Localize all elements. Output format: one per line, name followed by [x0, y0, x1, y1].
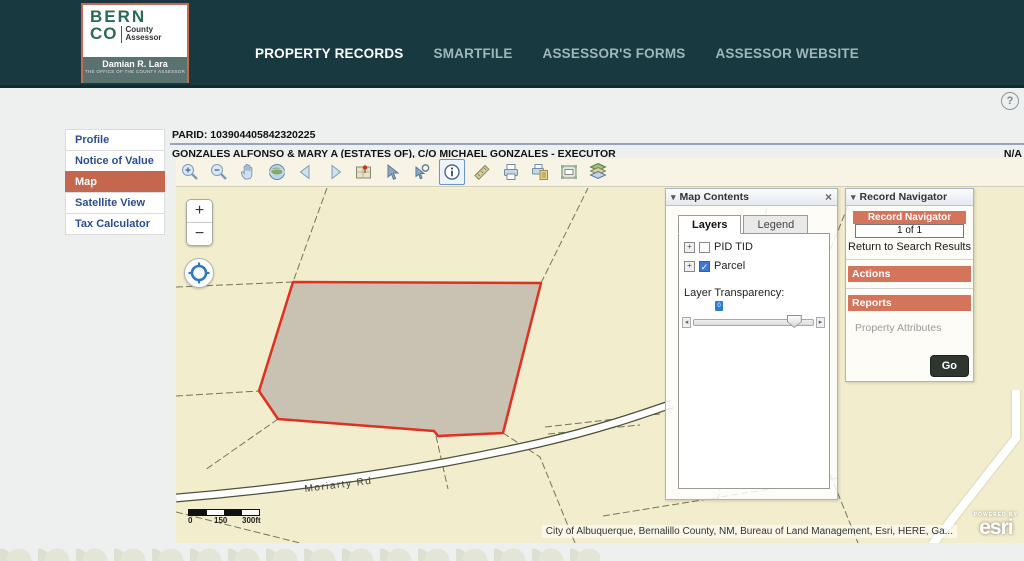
logo-divider: [120, 25, 122, 43]
logo-co-text: CO: [90, 24, 118, 43]
main-nav: PROPERTY RECORDS SMARTFILE ASSESSOR'S FO…: [255, 46, 859, 61]
esri-wordmark: esri: [979, 516, 1013, 539]
scale-bar: 0 150 300ft: [188, 509, 278, 526]
decorative-pattern: [0, 546, 600, 561]
go-button[interactable]: Go: [929, 355, 969, 377]
nav-assessors-forms[interactable]: ASSESSOR'S FORMS: [543, 46, 686, 61]
layers-legend-tabs: Layers Legend: [678, 215, 809, 234]
layers-tool-icon[interactable]: [586, 160, 610, 184]
slider-right-button[interactable]: ▸: [816, 317, 825, 328]
measure-tool-icon[interactable]: [470, 160, 494, 184]
parcel-checkbox[interactable]: ✓: [699, 260, 710, 272]
close-icon[interactable]: ×: [825, 191, 832, 203]
record-navigator-bar: Record Navigator: [853, 211, 966, 224]
divider: [846, 259, 973, 260]
logo-top: BERN CO County Assessor: [83, 5, 187, 57]
expand-icon[interactable]: +: [684, 241, 695, 253]
layers-tab-content: + PID TID + ✓ Parcel Layer Transparency:…: [678, 233, 830, 489]
identify-pointer-icon[interactable]: [410, 160, 434, 184]
scale-0: 0: [188, 516, 193, 525]
record-navigator-title: Record Navigator: [859, 191, 948, 203]
zoom-in-tool-icon[interactable]: [178, 160, 202, 184]
logo-bottom: Damian R. Lara THE OFFICE OF THE COUNTY …: [83, 57, 187, 83]
locate-button[interactable]: [184, 258, 214, 288]
zoom-in-button[interactable]: +: [187, 200, 212, 222]
record-navigator-titlebar[interactable]: ▾ Record Navigator: [846, 189, 973, 206]
map-toolbar: [176, 158, 1024, 187]
expand-icon[interactable]: +: [684, 260, 695, 272]
bernco-logo[interactable]: BERN CO County Assessor Damian R. Lara T…: [81, 3, 189, 83]
record-header: PARID: 103904405842320225 GONZALES ALFON…: [170, 128, 1024, 160]
sidebar: Profile Notice of Value Map Satellite Vi…: [65, 129, 165, 235]
map-contents-title: Map Contents: [679, 191, 749, 203]
return-to-search-results-link[interactable]: Return to Search Results: [846, 241, 973, 253]
transparency-label: Layer Transparency:: [684, 287, 785, 299]
nav-property-records[interactable]: PROPERTY RECORDS: [255, 46, 403, 61]
sidebar-item-tax-calculator[interactable]: Tax Calculator: [65, 213, 165, 235]
sidebar-item-notice-of-value[interactable]: Notice of Value: [65, 150, 165, 172]
zoom-out-tool-icon[interactable]: [207, 160, 231, 184]
divider: [846, 288, 973, 289]
slider-thumb[interactable]: [786, 315, 802, 328]
layer-row-parcel: + ✓ Parcel: [684, 260, 829, 272]
scale-150: 150: [214, 516, 228, 525]
actions-section-bar[interactable]: Actions: [848, 266, 971, 282]
slider-left-button[interactable]: ◂: [682, 317, 691, 328]
collapse-icon[interactable]: ▾: [851, 192, 856, 203]
select-pointer-icon[interactable]: [381, 160, 405, 184]
export-print-icon[interactable]: [528, 160, 552, 184]
print-tool-icon[interactable]: [499, 160, 523, 184]
tab-layers[interactable]: Layers: [678, 215, 742, 234]
crosshair-icon: [188, 262, 210, 284]
layer-label: Parcel: [714, 260, 746, 272]
map-contents-titlebar[interactable]: ▾ Map Contents ×: [666, 189, 837, 206]
assessor-name: Damian R. Lara: [102, 59, 168, 69]
transparency-value-badge: 0: [715, 301, 723, 311]
nav-assessor-website[interactable]: ASSESSOR WEBSITE: [715, 46, 858, 61]
sidebar-item-profile[interactable]: Profile: [65, 129, 165, 151]
zoom-control: + −: [186, 199, 213, 246]
layer-label: PID TID: [714, 241, 753, 253]
sidebar-item-satellite-view[interactable]: Satellite View: [65, 192, 165, 214]
next-extent-icon[interactable]: [323, 160, 347, 184]
logo-county-assessor: County Assessor: [125, 25, 162, 42]
pan-hand-icon[interactable]: [236, 160, 260, 184]
map-contents-panel: ▾ Map Contents × Layers Legend + PID TID…: [665, 188, 838, 500]
reports-section-bar[interactable]: Reports: [848, 295, 971, 311]
selected-parcel[interactable]: [257, 280, 543, 438]
map-attribution: City of Albuquerque, Bernalillo County, …: [541, 525, 957, 538]
info-tool-icon[interactable]: [439, 159, 465, 185]
sidebar-item-map[interactable]: Map: [65, 171, 165, 193]
scale-bar-segments: [188, 509, 260, 516]
record-navigator-panel: ▾ Record Navigator Record Navigator 1 of…: [845, 188, 974, 382]
transparency-slider-row: ◂ ▸: [682, 315, 825, 328]
site-header: BERN CO County Assessor Damian R. Lara T…: [0, 0, 1024, 88]
layer-row-pid-tid: + PID TID: [684, 241, 829, 253]
zoom-out-button[interactable]: −: [187, 222, 212, 245]
assessor-tagline: THE OFFICE OF THE COUNTY ASSESSOR: [84, 69, 186, 74]
tab-legend[interactable]: Legend: [743, 215, 809, 234]
full-extent-globe-icon[interactable]: [265, 160, 289, 184]
pid-tid-checkbox[interactable]: [699, 241, 710, 253]
record-position-field[interactable]: 1 of 1: [855, 224, 964, 238]
help-button[interactable]: ?: [1001, 92, 1019, 110]
esri-logo: POWERED BY esri: [974, 512, 1018, 538]
previous-extent-icon[interactable]: [294, 160, 318, 184]
transparency-slider-track[interactable]: [693, 315, 814, 328]
property-attributes-link[interactable]: Property Attributes: [855, 322, 973, 334]
collapse-icon[interactable]: ▾: [671, 192, 676, 203]
logo-bern-text: BERN: [90, 7, 147, 26]
scale-300: 300ft: [242, 516, 261, 525]
parid-line: PARID: 103904405842320225: [170, 128, 1024, 145]
locate-map-pin-icon[interactable]: [352, 160, 376, 184]
nav-smartfile[interactable]: SMARTFILE: [433, 46, 512, 61]
overview-window-icon[interactable]: [557, 160, 581, 184]
